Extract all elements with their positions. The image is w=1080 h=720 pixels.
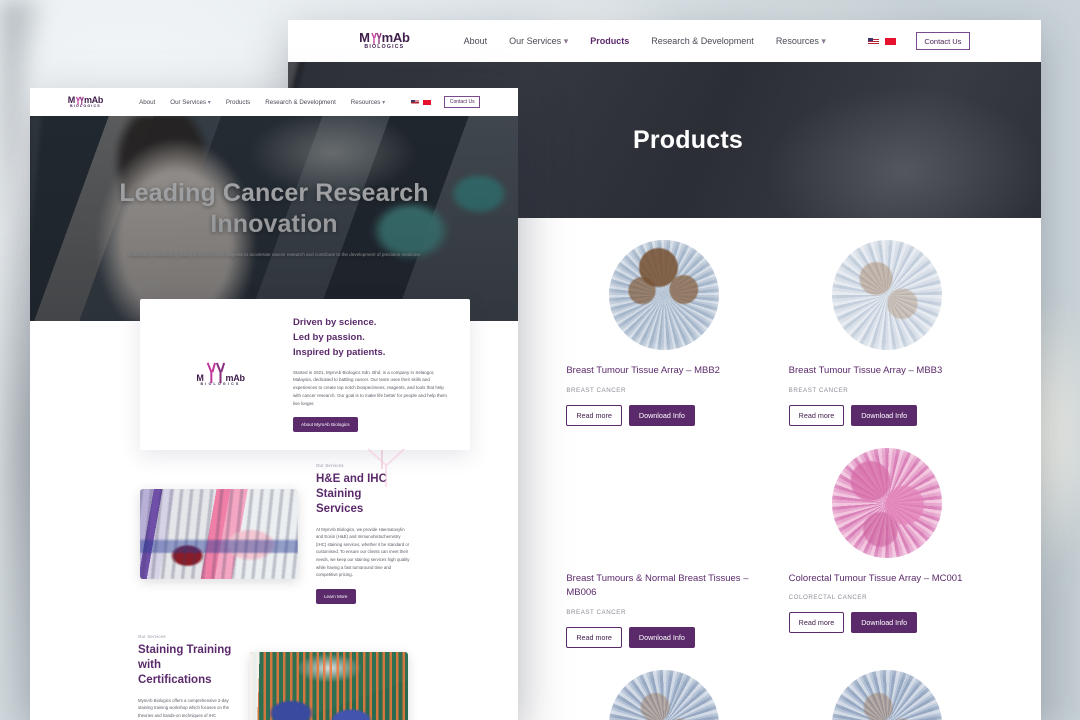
chevron-down-icon: ▾ xyxy=(382,98,386,106)
home-hero-banner: Leading Cancer Research Innovation Dedic… xyxy=(30,116,518,321)
read-more-button[interactable]: Read more xyxy=(566,627,622,649)
download-info-button[interactable]: Download Info xyxy=(628,627,695,649)
nav-item-our-services[interactable]: Our Services ▾ xyxy=(509,36,568,47)
service-heading-line2: Certifications xyxy=(138,674,212,687)
contact-us-button[interactable]: Contact Us xyxy=(444,96,481,108)
flag-united-states-icon[interactable] xyxy=(867,37,879,45)
mission-body: Started in 2021, MymAb Biologics Sdn. Bh… xyxy=(293,369,447,406)
nav-item-products[interactable]: Products xyxy=(590,36,629,46)
read-more-button[interactable]: Read more xyxy=(788,404,845,426)
logo-text-mab: mAb xyxy=(381,30,410,46)
learn-more-button[interactable]: Learn More xyxy=(316,589,356,604)
mission-heading-line3: Inspired by patients. xyxy=(293,347,386,359)
product-actions: Read more Download Info xyxy=(788,404,985,426)
product-actions: Read more Download Info xyxy=(788,612,985,634)
about-mymab-biologics-button[interactable]: About MymAb Biologics xyxy=(293,417,358,433)
read-more-button[interactable]: Read more xyxy=(788,612,845,634)
product-card[interactable]: Breast Tumour Tissue Array – MBB3 BREAST… xyxy=(788,240,985,426)
mission-heading-line1: Driven by science. xyxy=(293,317,377,328)
hero-headline-line1: Leading Cancer Research xyxy=(119,179,429,208)
product-title: Breast Tumours & Normal Breast Tissues –… xyxy=(566,572,749,599)
service-body: At MymAb Biologics, we provide Haematoxy… xyxy=(316,526,410,578)
nav-item-products[interactable]: Products xyxy=(226,99,250,106)
product-card[interactable]: Breast Tumours & Normal Breast Tissues –… xyxy=(566,447,762,649)
service-image-lab-bench-pipette xyxy=(250,651,408,720)
hero-headline-line2: Innovation xyxy=(210,209,338,238)
foreground-browser-window[interactable]: M mAb BIOLOGICS About Our Services ▾ Pro… xyxy=(30,88,518,720)
product-category: BREAST CANCER xyxy=(566,386,626,394)
product-category: COLORECTAL CANCER xyxy=(788,594,868,602)
nav-item-about[interactable]: About xyxy=(464,36,488,46)
service-section-staining: Our Services H&E and IHC Staining Servic… xyxy=(30,448,518,604)
product-title: Breast Tumour Tissue Array – MBB3 xyxy=(788,365,943,376)
chevron-down-icon: ▾ xyxy=(821,35,826,46)
mission-heading: Driven by science. Led by passion. Inspi… xyxy=(293,315,452,361)
nav-item-research-development[interactable]: Research & Development xyxy=(265,99,336,106)
nav-links-front: About Our Services ▾ Products Research &… xyxy=(139,99,385,106)
mission-heading-line2: Led by passion. xyxy=(293,332,365,344)
tissue-microarray-image xyxy=(609,447,720,558)
logo-letter-m: M xyxy=(359,30,370,46)
site-navigation-bar-back: M mAb BIOLOGICS About Our Services ▾ Pro… xyxy=(288,20,1041,62)
hero-subtitle: Dedicated to developing cutting-edge too… xyxy=(128,252,420,258)
product-title: Colorectal Tumour Tissue Array – MC001 xyxy=(788,572,963,584)
service-eyebrow: Our Services xyxy=(138,634,166,639)
service-section-training: Our Services Staining Training with Cert… xyxy=(30,634,518,720)
site-logo-front[interactable]: M mAb BIOLOGICS xyxy=(68,95,104,109)
product-actions: Read more Download Info xyxy=(566,627,762,649)
service-heading: H&E and IHC Staining Services xyxy=(316,473,387,516)
language-flags-back xyxy=(867,37,896,45)
language-flags-front xyxy=(411,99,432,105)
nav-item-resources[interactable]: Resources ▾ xyxy=(351,99,385,106)
product-card[interactable] xyxy=(789,670,985,720)
download-info-button[interactable]: Download Info xyxy=(851,612,918,634)
read-more-button[interactable]: Read more xyxy=(566,404,622,426)
mission-logo: M mAb BIOLOGICS xyxy=(158,315,283,432)
nav-item-our-services[interactable]: Our Services ▾ xyxy=(170,99,211,106)
hero-copy: Leading Cancer Research Innovation Dedic… xyxy=(30,116,518,321)
nav-item-about[interactable]: About xyxy=(139,99,155,106)
contact-us-button[interactable]: Contact Us xyxy=(915,32,970,50)
site-logo-back[interactable]: M mAb BIOLOGICS xyxy=(359,31,410,50)
product-actions: Read more Download Info xyxy=(566,404,762,426)
product-card[interactable] xyxy=(566,670,762,720)
service-heading: Staining Training with Certifications xyxy=(138,643,232,689)
service-eyebrow: Our Services xyxy=(316,463,344,468)
mission-section: M mAb BIOLOGICS Driven by science. Led b… xyxy=(30,299,518,469)
tissue-microarray-image xyxy=(831,240,942,350)
hero-headline: Leading Cancer Research Innovation xyxy=(119,178,428,239)
chevron-down-icon: ▾ xyxy=(207,98,211,106)
nav-item-resources[interactable]: Resources ▾ xyxy=(776,36,826,47)
product-title: Breast Tumour Tissue Array – MBB2 xyxy=(566,365,720,376)
service-image-lab-blood-tubes xyxy=(140,488,298,579)
service-text-block: Our Services Staining Training with Cert… xyxy=(138,634,232,720)
tissue-microarray-image xyxy=(609,670,720,720)
product-card[interactable]: Breast Tumour Tissue Array – MBB2 BREAST… xyxy=(566,240,762,426)
flag-united-states-icon[interactable] xyxy=(411,99,420,105)
tissue-microarray-image xyxy=(831,670,942,720)
product-category: BREAST CANCER xyxy=(566,609,626,617)
logo-antibody-icon xyxy=(75,96,84,105)
service-text-block: Our Services H&E and IHC Staining Servic… xyxy=(316,463,410,604)
service-heading-line1: Staining Training with xyxy=(138,644,232,672)
product-card[interactable]: Colorectal Tumour Tissue Array – MC001 C… xyxy=(788,447,985,648)
download-info-button[interactable]: Download Info xyxy=(851,404,918,426)
logo-subtitle: BIOLOGICS xyxy=(364,44,405,51)
nav-item-research-development[interactable]: Research & Development xyxy=(651,36,754,46)
tissue-microarray-image xyxy=(609,240,720,350)
page-title: Products xyxy=(633,125,743,154)
service-body: MymAb Biologics offers a comprehensive 2… xyxy=(138,697,230,718)
product-category: BREAST CANCER xyxy=(788,386,849,394)
nav-links-back: About Our Services ▾ Products Research &… xyxy=(464,36,826,47)
flag-malaysia-icon[interactable] xyxy=(884,37,896,45)
mission-text-block: Driven by science. Led by passion. Inspi… xyxy=(283,315,452,433)
flag-malaysia-icon[interactable] xyxy=(423,99,432,105)
mission-card: M mAb BIOLOGICS Driven by science. Led b… xyxy=(140,299,470,451)
tissue-microarray-image xyxy=(831,447,942,558)
download-info-button[interactable]: Download Info xyxy=(628,404,695,426)
logo-antibody-icon xyxy=(204,361,226,383)
chevron-down-icon: ▾ xyxy=(563,35,569,46)
site-navigation-bar-front: M mAb BIOLOGICS About Our Services ▾ Pro… xyxy=(30,88,518,116)
logo-antibody-icon xyxy=(370,32,382,45)
